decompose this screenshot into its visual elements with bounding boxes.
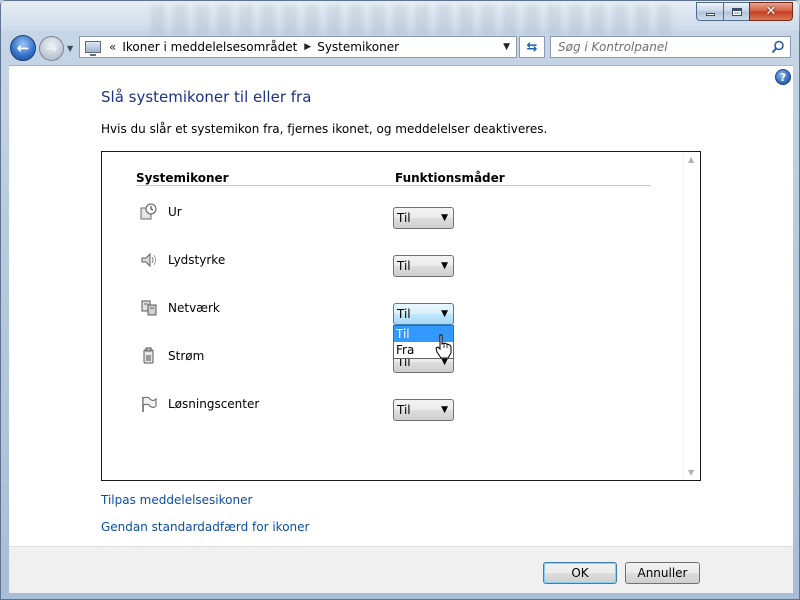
mode-select-value: Til <box>397 403 411 417</box>
content-panel: ? Slå systemikoner til eller fra Hvis du… <box>9 65 793 546</box>
back-button[interactable]: ← <box>10 35 36 61</box>
row-label-action-center: Løsningscenter <box>168 397 260 411</box>
page-description: Hvis du slår et systemikon fra, fjernes … <box>101 122 548 136</box>
list-scrollbar[interactable]: ▲ ▼ <box>683 152 700 480</box>
close-button[interactable]: ✕ <box>749 2 793 21</box>
customize-notification-icons-link[interactable]: Tilpas meddelelsesikoner <box>101 493 252 507</box>
scroll-up-icon[interactable]: ▲ <box>688 155 694 164</box>
search-box[interactable] <box>550 36 791 58</box>
chevron-down-icon: ▼ <box>441 405 448 415</box>
row-label-volume: Lydstyrke <box>168 253 226 267</box>
caption-buttons: ✕ <box>696 2 793 21</box>
window-frame: ✕ ← → ▼ « Ikoner i meddelelsesområdet ▶ … <box>0 0 800 600</box>
recent-pages-dropdown[interactable]: ▼ <box>67 44 76 53</box>
restore-default-icon-behaviors-link[interactable]: Gendan standardadfærd for ikoner <box>101 520 309 534</box>
refresh-button[interactable]: ⇆ <box>519 36 545 58</box>
refresh-icon: ⇆ <box>526 39 538 55</box>
cancel-button[interactable]: Annuller <box>625 562 700 584</box>
forward-arrow-icon: → <box>45 40 58 57</box>
breadcrumb-overflow[interactable]: « <box>109 40 116 54</box>
search-icon[interactable] <box>771 40 785 54</box>
breadcrumb-item-system-icons[interactable]: Systemikoner <box>317 40 399 54</box>
ok-button[interactable]: OK <box>543 562 617 584</box>
search-input[interactable] <box>558 40 758 54</box>
row-label-power: Strøm <box>168 349 205 363</box>
breadcrumb-item-notification-area[interactable]: Ikoner i meddelelsesområdet <box>122 40 297 54</box>
scroll-down-icon[interactable]: ▼ <box>688 468 694 477</box>
column-header-modes: Funktionsmåder <box>395 171 505 185</box>
mouse-cursor-icon <box>435 334 452 359</box>
minimize-icon <box>705 13 715 16</box>
dialog-footer: OK Annuller <box>9 546 793 593</box>
minimize-button[interactable] <box>696 2 723 21</box>
row-label-clock: Ur <box>168 205 182 219</box>
maximize-button[interactable] <box>723 2 749 21</box>
chevron-down-icon: ▼ <box>67 44 74 53</box>
breadcrumb-separator-icon[interactable]: ▶ <box>304 42 311 52</box>
mode-select-action-center[interactable]: Til ▼ <box>393 399 454 421</box>
forward-button[interactable]: → <box>39 36 64 61</box>
blurred-background-text <box>151 5 671 35</box>
control-panel-icon <box>85 41 101 56</box>
mode-select-value: Til <box>397 211 411 225</box>
page-title: Slå systemikoner til eller fra <box>101 88 312 106</box>
back-arrow-icon: ← <box>16 39 30 57</box>
network-icon <box>141 300 157 316</box>
close-icon: ✕ <box>765 4 777 19</box>
header-divider <box>136 185 651 186</box>
chevron-down-icon: ▼ <box>441 261 448 271</box>
mode-select-clock[interactable]: Til ▼ <box>393 207 454 229</box>
system-icons-list: Systemikoner Funktionsmåder Ur Til ▼ Lyd… <box>101 151 701 481</box>
chevron-down-icon: ▼ <box>441 213 448 223</box>
column-header-system-icons: Systemikoner <box>136 171 229 185</box>
row-label-network: Netværk <box>168 301 220 315</box>
mode-select-volume[interactable]: Til ▼ <box>393 255 454 277</box>
chevron-down-icon: ▼ <box>441 309 448 319</box>
help-icon[interactable]: ? <box>775 69 791 85</box>
maximize-icon <box>731 7 742 16</box>
mode-select-network[interactable]: Til ▼ <box>393 303 454 325</box>
flag-icon <box>142 396 157 412</box>
address-bar[interactable]: « Ikoner i meddelelsesområdet ▶ Systemik… <box>79 36 517 58</box>
power-icon <box>143 347 154 364</box>
clock-icon <box>140 203 157 220</box>
address-dropdown-icon[interactable]: ▼ <box>503 42 510 52</box>
speaker-icon <box>141 252 156 268</box>
mode-select-value: Til <box>397 259 411 273</box>
mode-select-value: Til <box>397 307 411 321</box>
